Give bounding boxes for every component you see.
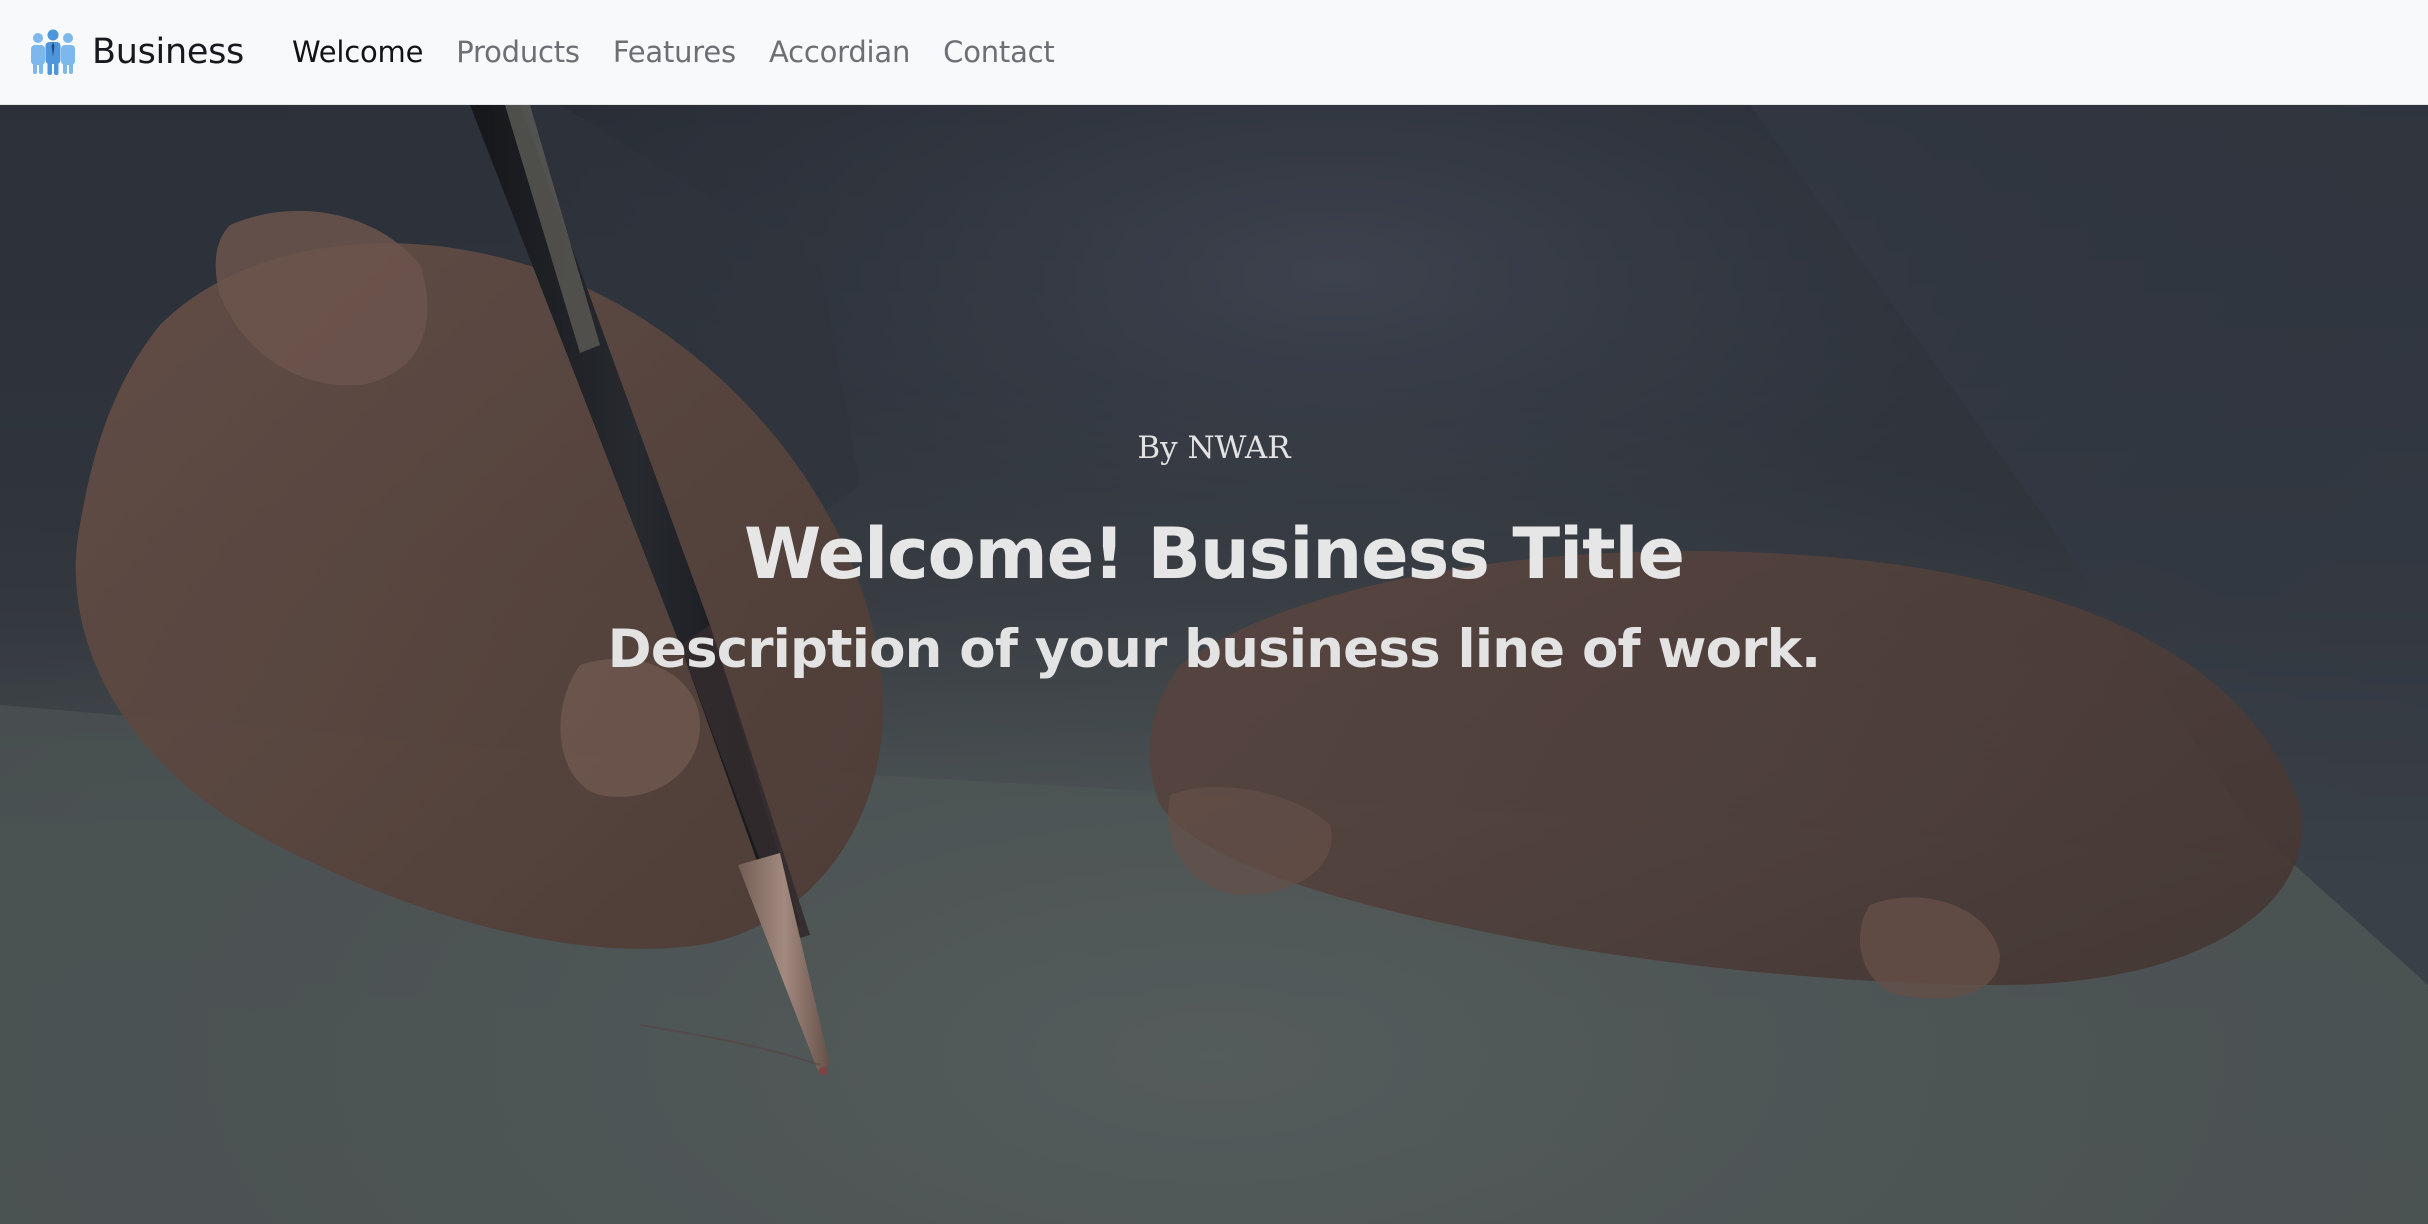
nav-links: Welcome Products Features Accordian Cont… (292, 35, 1088, 69)
nav-link-contact[interactable]: Contact (943, 35, 1055, 69)
hero-byline: By NWAR (1137, 430, 1291, 466)
brand-name: Business (92, 32, 244, 72)
hero-section: By NWAR Welcome! Business Title Descript… (0, 105, 2428, 1224)
nav-link-features[interactable]: Features (613, 35, 736, 69)
people-icon (31, 29, 75, 75)
hero-content: By NWAR Welcome! Business Title Descript… (0, 105, 2428, 1224)
nav-link-products[interactable]: Products (456, 35, 580, 69)
nav-link-welcome[interactable]: Welcome (292, 35, 423, 69)
navbar: Business Welcome Products Features Accor… (0, 0, 2428, 105)
nav-link-accordian[interactable]: Accordian (769, 35, 910, 69)
brand-link[interactable]: Business (28, 27, 244, 77)
hero-subtitle: Description of your business line of wor… (607, 619, 1822, 680)
hero-title: Welcome! Business Title (743, 513, 1685, 595)
